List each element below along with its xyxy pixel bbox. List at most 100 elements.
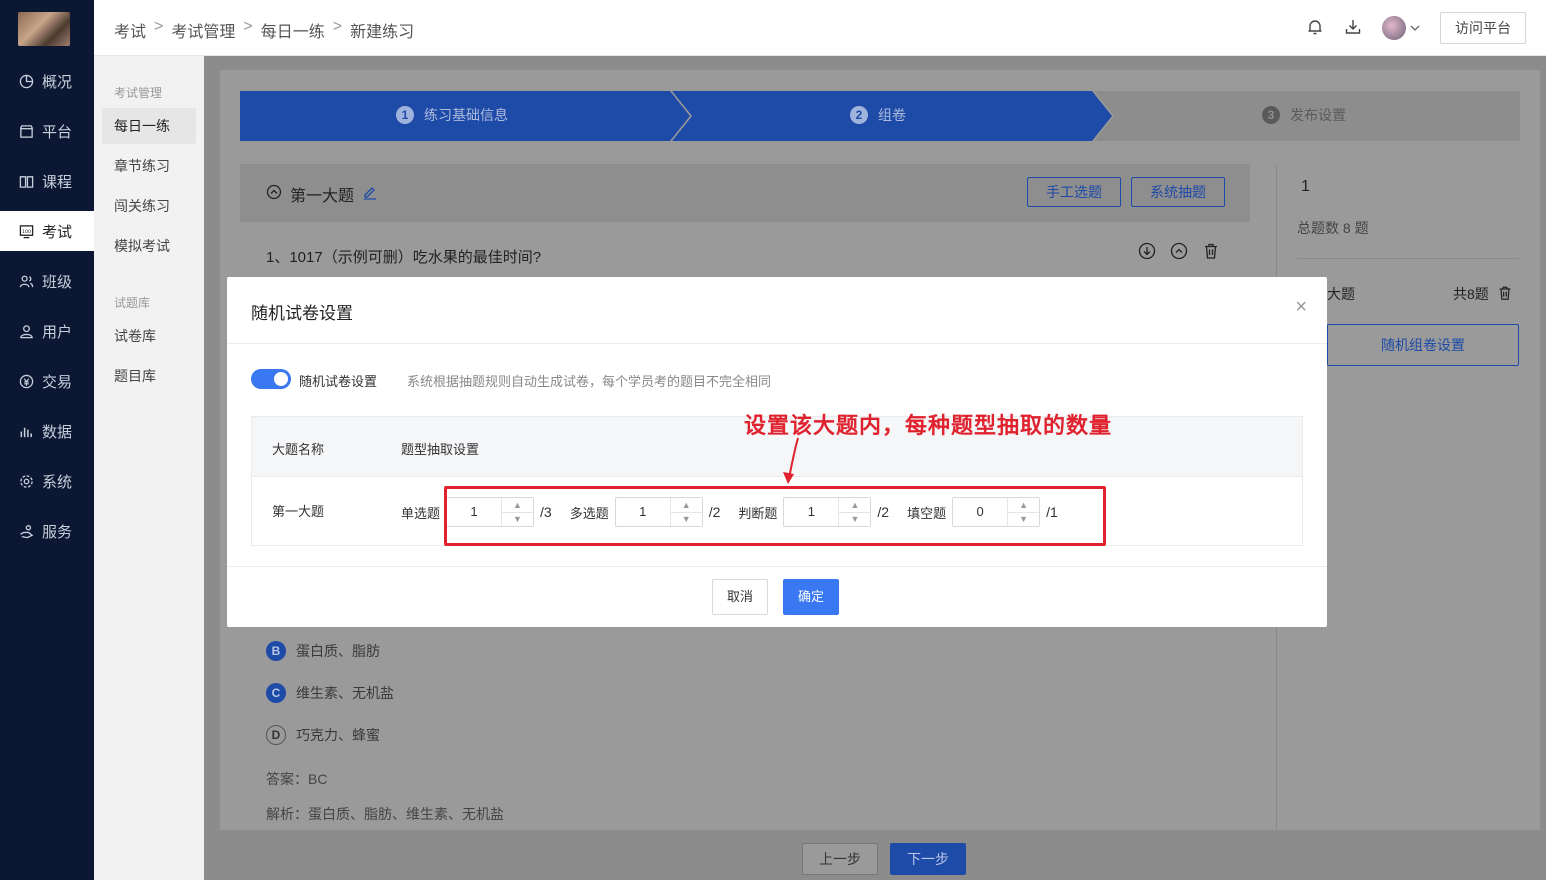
option-key: B xyxy=(266,641,286,661)
confirm-button[interactable]: 确定 xyxy=(783,579,840,615)
option-b: B 蛋白质、脂肪 xyxy=(266,641,380,661)
delete-icon[interactable] xyxy=(1497,285,1513,304)
prev-step-button[interactable]: 上一步 xyxy=(802,843,878,875)
nav-item-data[interactable]: 数据 xyxy=(0,411,94,451)
divider xyxy=(1297,258,1519,259)
nav-label: 用户 xyxy=(42,323,73,341)
section-name-cell: 第一大题 xyxy=(272,504,325,519)
move-down-icon[interactable] xyxy=(1138,242,1156,263)
column-header: 大题名称 xyxy=(272,442,325,457)
section-title: 第一大题 xyxy=(266,182,378,206)
collapse-icon[interactable] xyxy=(266,184,282,205)
toggle-label: 随机试卷设置 xyxy=(299,374,378,389)
svg-text:100: 100 xyxy=(22,228,31,234)
section-name: 第一大题 xyxy=(290,188,355,205)
user-icon xyxy=(18,323,34,339)
question-actions xyxy=(1138,242,1220,263)
subnav-item-daily[interactable]: 每日一练 xyxy=(102,108,196,144)
nav-label: 服务 xyxy=(42,523,73,541)
step-number: 3 xyxy=(1262,106,1280,124)
subnav-item-paper-bank[interactable]: 试卷库 xyxy=(102,318,196,354)
chevron-down-icon xyxy=(1410,20,1420,36)
divider xyxy=(227,566,1327,567)
breadcrumb: 考试 > 考试管理 > 每日一练 > 新建练习 xyxy=(114,18,415,42)
summary-section-name: 大题 xyxy=(1327,286,1355,302)
subnav-item-mock[interactable]: 模拟考试 xyxy=(102,228,196,264)
nav-item-service[interactable]: 服务 xyxy=(0,511,94,551)
manual-select-button[interactable]: 手工选题 xyxy=(1027,177,1121,207)
step-2-label: 2 组卷 xyxy=(850,105,906,125)
user-menu[interactable] xyxy=(1382,16,1420,40)
book-icon xyxy=(18,173,34,189)
option-key: D xyxy=(266,725,286,745)
random-paper-settings-button[interactable]: 随机组卷设置 xyxy=(1327,324,1519,366)
download-icon[interactable] xyxy=(1344,18,1362,39)
bell-icon[interactable] xyxy=(1306,18,1324,39)
close-icon[interactable]: × xyxy=(1295,297,1307,317)
subnav-group-title: 考试管理 xyxy=(114,86,163,100)
dialog-title: 随机试卷设置 xyxy=(251,304,353,323)
next-step-button[interactable]: 下一步 xyxy=(890,843,966,875)
option-text: 蛋白质、脂肪 xyxy=(296,643,380,659)
logo[interactable] xyxy=(18,12,70,46)
visit-platform-button[interactable]: 访问平台 xyxy=(1440,12,1526,44)
subnav-group-title: 试题库 xyxy=(114,296,151,310)
exam-icon: 100 xyxy=(18,223,34,239)
step-text: 组卷 xyxy=(878,107,906,123)
gear-icon xyxy=(18,473,34,489)
nav-label: 课程 xyxy=(42,173,73,191)
nav-item-class[interactable]: 班级 xyxy=(0,261,94,301)
question-text: 1、1017（示例可删）吃水果的最佳时间? xyxy=(266,249,542,266)
option-text: 巧克力、蜂蜜 xyxy=(296,727,380,743)
option-d: D 巧克力、蜂蜜 xyxy=(266,725,380,745)
nav-item-exam[interactable]: 100 考试 xyxy=(0,211,94,251)
section-header: 第一大题 手工选题 系统抽题 xyxy=(240,164,1250,222)
cancel-button[interactable]: 取消 xyxy=(712,579,769,615)
footer-actions: 上一步 下一步 xyxy=(802,843,966,875)
breadcrumb-item[interactable]: 考试 xyxy=(114,18,146,42)
nav-item-platform[interactable]: 平台 xyxy=(0,111,94,151)
subnav-item-question-bank[interactable]: 题目库 xyxy=(102,358,196,394)
step-number: 1 xyxy=(396,106,414,124)
sub-nav: 考试管理 每日一练 章节练习 闯关练习 模拟考试 试题库 试卷库 题目库 xyxy=(94,0,204,880)
edit-icon[interactable] xyxy=(362,184,378,205)
column-header: 题型抽取设置 xyxy=(401,442,480,457)
step-number: 2 xyxy=(850,106,868,124)
delete-icon[interactable] xyxy=(1202,242,1220,263)
toggle-knob xyxy=(274,372,288,386)
step-3-label: 3 发布设置 xyxy=(1262,105,1346,125)
step-bar: 1 练习基础信息 2 组卷 3 发布设置 xyxy=(240,91,1520,141)
option-text: 维生素、无机盐 xyxy=(296,685,394,701)
nav-label: 数据 xyxy=(42,423,73,441)
nav-item-system[interactable]: 系统 xyxy=(0,461,94,501)
top-actions: 访问平台 xyxy=(1306,12,1526,44)
breadcrumb-item[interactable]: 考试管理 xyxy=(171,18,235,42)
system-draw-button[interactable]: 系统抽题 xyxy=(1131,177,1225,207)
left-nav: 概况 平台 课程 100 考试 班级 用户 交易 数据 系统 服务 xyxy=(0,0,94,880)
move-up-icon[interactable] xyxy=(1170,242,1188,263)
answer-text: 答案：BC xyxy=(266,771,328,787)
chart-icon xyxy=(18,423,34,439)
store-icon xyxy=(18,123,34,139)
analysis-text: 解析：蛋白质、脂肪、维生素、无机盐 xyxy=(266,806,504,822)
section-count-text: 共8题 xyxy=(1453,286,1489,302)
subnav-item-level[interactable]: 闯关练习 xyxy=(102,188,196,224)
breadcrumb-item[interactable]: 每日一练 xyxy=(261,18,325,42)
top-bar: 考试 > 考试管理 > 每日一练 > 新建练习 访问平台 xyxy=(94,0,1546,56)
nav-item-course[interactable]: 课程 xyxy=(0,161,94,201)
avatar[interactable] xyxy=(1382,16,1406,40)
toggle-description: 系统根据抽题规则自动生成试卷，每个学员考的题目不完全相同 xyxy=(407,374,772,389)
random-paper-toggle[interactable] xyxy=(251,369,291,389)
step-1-label: 1 练习基础信息 xyxy=(396,105,508,125)
option-c: C 维生素、无机盐 xyxy=(266,683,394,703)
nav-item-overview[interactable]: 概况 xyxy=(0,61,94,101)
nav-label: 交易 xyxy=(42,373,73,391)
nav-item-user[interactable]: 用户 xyxy=(0,311,94,351)
nav-label: 概况 xyxy=(42,73,73,91)
breadcrumb-item: 新建练习 xyxy=(350,24,415,41)
annotation-arrow-icon xyxy=(783,437,799,484)
subnav-item-chapter[interactable]: 章节练习 xyxy=(102,148,196,184)
rule-label: 单选题 xyxy=(401,505,441,521)
group-icon xyxy=(18,273,34,289)
nav-item-trade[interactable]: 交易 xyxy=(0,361,94,401)
